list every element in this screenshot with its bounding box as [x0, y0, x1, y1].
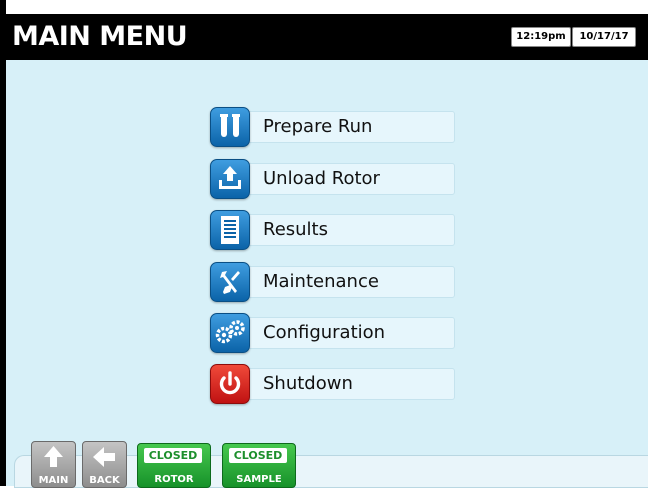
menu-item-label: Results	[263, 219, 328, 240]
page-title: MAIN MENU	[12, 21, 188, 52]
configuration-button[interactable]: Configuration	[210, 313, 455, 353]
menu-item-label: Maintenance	[263, 271, 379, 292]
test-tubes-icon	[210, 107, 250, 147]
shutdown-button[interactable]: Shutdown	[210, 364, 455, 404]
back-button-label: BACK	[89, 475, 120, 486]
menu-item-label: Unload Rotor	[263, 168, 380, 189]
arrow-left-icon	[93, 447, 115, 467]
prepare-run-button[interactable]: Prepare Run	[210, 107, 455, 147]
back-button[interactable]: BACK	[82, 441, 127, 488]
maintenance-button[interactable]: Maintenance	[210, 262, 455, 302]
screen: MAIN MENU 12:19pm 10/17/17 Prepare Run U…	[0, 0, 648, 488]
date-display: 10/17/17	[572, 27, 636, 47]
sample-state-badge: CLOSED	[229, 448, 287, 463]
main-button[interactable]: MAIN	[31, 441, 76, 488]
rotor-label: ROTOR	[154, 474, 194, 485]
menu-item-label: Prepare Run	[263, 116, 373, 137]
arrow-up-icon	[44, 446, 63, 467]
wrench-screwdriver-icon	[210, 262, 250, 302]
sample-status-button[interactable]: CLOSED SAMPLE	[222, 443, 296, 488]
gears-icon	[210, 313, 250, 353]
main-content: Prepare Run Unload Rotor Results Mainten…	[6, 60, 648, 486]
document-icon	[210, 210, 250, 250]
header-bar: MAIN MENU 12:19pm 10/17/17	[6, 14, 648, 60]
menu-item-label: Configuration	[263, 322, 386, 343]
time-display: 12:19pm	[511, 27, 571, 47]
rotor-status-button[interactable]: CLOSED ROTOR	[137, 443, 211, 488]
main-button-label: MAIN	[38, 475, 69, 486]
menu-item-label: Shutdown	[263, 373, 353, 394]
unload-rotor-button[interactable]: Unload Rotor	[210, 159, 455, 199]
power-icon	[210, 364, 250, 404]
sample-label: SAMPLE	[236, 474, 282, 485]
unload-tray-icon	[210, 159, 250, 199]
rotor-state-badge: CLOSED	[144, 448, 202, 463]
results-button[interactable]: Results	[210, 210, 455, 250]
